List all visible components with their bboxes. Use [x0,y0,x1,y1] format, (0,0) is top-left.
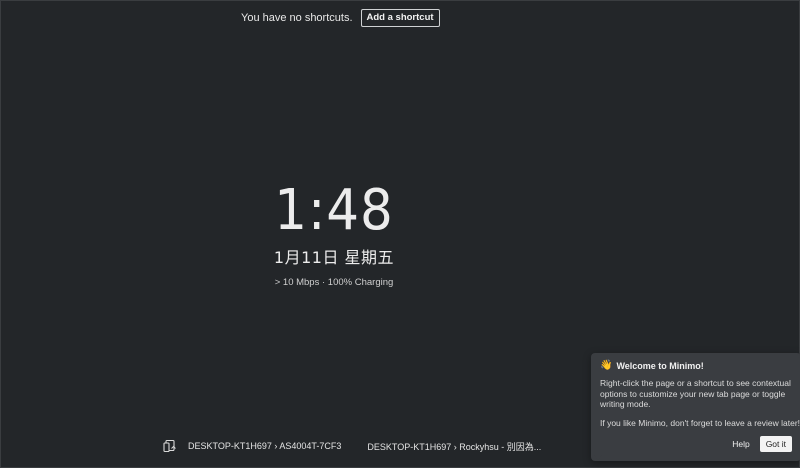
device-tab-link[interactable]: DESKTOP-KT1H697 › Rockyhsu - 別因為... [367,440,541,453]
waving-hand-icon: 👋 [600,360,613,371]
got-it-button[interactable]: Got it [759,436,792,452]
welcome-review-note: If you like Minimo, don't forget to leav… [600,417,800,428]
no-shortcuts-text: You have no shortcuts. [241,12,353,24]
network-battery-status: > 10 Mbps · 100% Charging [274,277,394,288]
help-button[interactable]: Help [728,437,753,451]
welcome-actions: Help Got it [728,436,792,452]
welcome-title: 👋 Welcome to Minimo! [600,360,791,372]
popup-arrow [594,455,602,460]
add-shortcut-button[interactable]: Add a shortcut [360,9,440,27]
devices-bar: DESKTOP-KT1H697 › AS4004T-7CF3 DESKTOP-K… [162,438,557,454]
welcome-title-text: Welcome to Minimo! [616,361,704,371]
shortcut-bar: You have no shortcuts. Add a shortcut [241,9,440,27]
sync-devices-icon[interactable] [162,438,178,454]
welcome-popup: 👋 Welcome to Minimo! Right-click the pag… [591,353,800,461]
device-tab-link[interactable]: DESKTOP-KT1H697 › AS4004T-7CF3 [188,441,341,451]
welcome-body: Right-click the page or a shortcut to se… [600,378,791,409]
clock-block: 1:48 1月11日 星期五 > 10 Mbps · 100% Charging [0,178,668,289]
clock-time: 1:48 [274,178,394,243]
clock-date: 1月11日 星期五 [273,248,395,267]
